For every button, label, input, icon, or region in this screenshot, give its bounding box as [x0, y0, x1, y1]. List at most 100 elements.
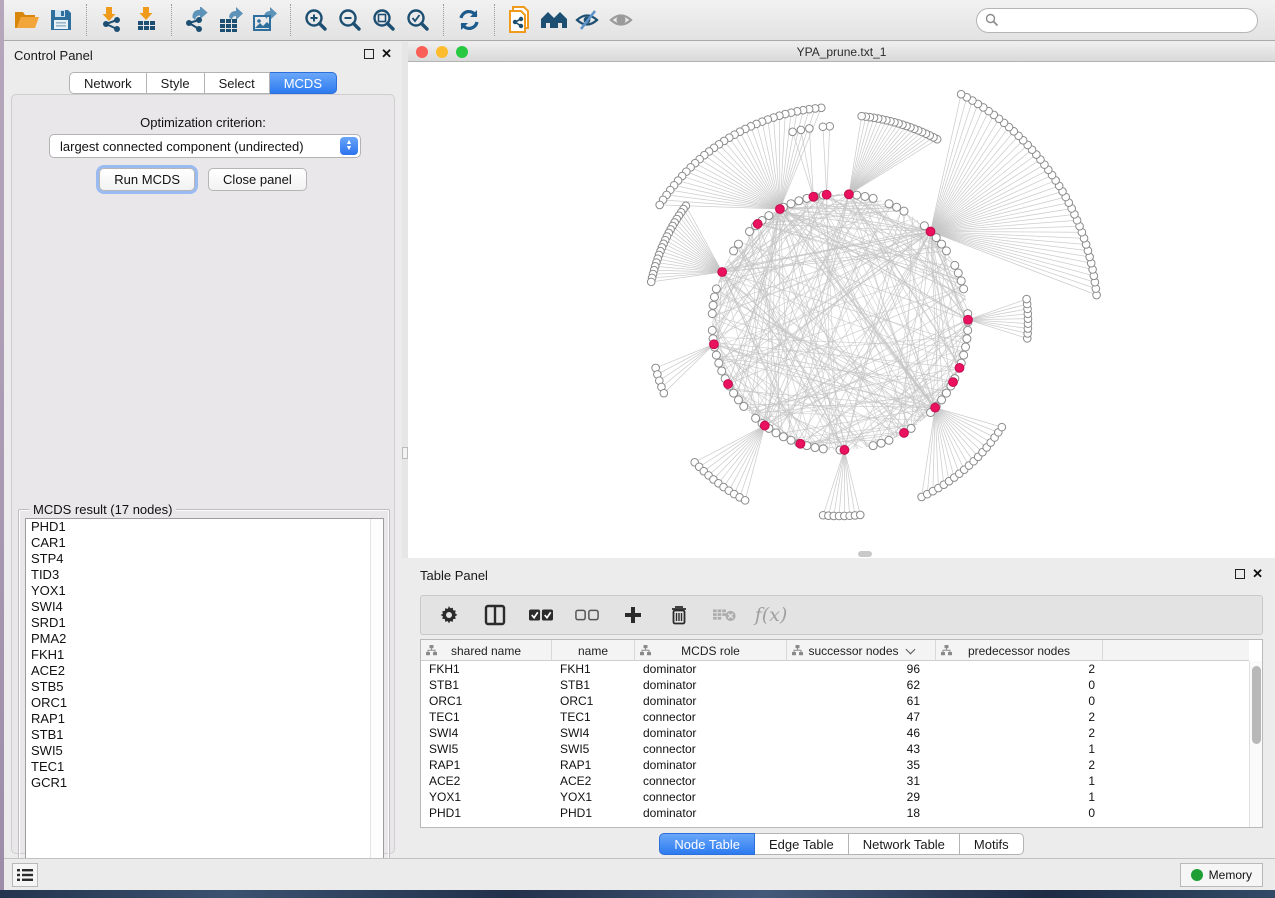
mcds-result-item[interactable]: ACE2	[26, 663, 383, 679]
cell-MCDS-role[interactable]: connector	[635, 710, 787, 724]
cell-successor-nodes[interactable]: 31	[787, 774, 936, 788]
import-network-icon[interactable]	[95, 3, 129, 37]
tab-style[interactable]: Style	[147, 72, 205, 94]
cell-successor-nodes[interactable]: 18	[787, 806, 936, 820]
hide-selected-icon[interactable]	[571, 3, 605, 37]
mcds-result-item[interactable]: YOX1	[26, 583, 383, 599]
mcds-hub-node[interactable]	[840, 446, 849, 455]
mcds-hub-node[interactable]	[796, 439, 805, 448]
delete-table-icon[interactable]	[713, 603, 737, 627]
cell-predecessor-nodes[interactable]: 1	[936, 742, 1103, 756]
import-table-icon[interactable]	[129, 3, 163, 37]
add-column-icon[interactable]	[621, 603, 645, 627]
refresh-icon[interactable]	[452, 3, 486, 37]
mcds-result-item[interactable]: TID3	[26, 567, 383, 583]
table-row[interactable]: ORC1ORC1dominator610	[421, 693, 1249, 709]
optimization-criterion-select[interactable]: largest connected component (undirected)…	[49, 134, 361, 158]
cell-predecessor-nodes[interactable]: 0	[936, 806, 1103, 820]
mcds-result-item[interactable]: GCR1	[26, 775, 383, 791]
cell-predecessor-nodes[interactable]: 2	[936, 710, 1103, 724]
cell-successor-nodes[interactable]: 47	[787, 710, 936, 724]
cell-shared-name[interactable]: SWI5	[421, 742, 552, 756]
table-row[interactable]: TEC1TEC1connector472	[421, 709, 1249, 725]
export-image-icon[interactable]	[248, 3, 282, 37]
run-mcds-button[interactable]: Run MCDS	[99, 168, 195, 191]
cell-name[interactable]: STB1	[552, 678, 635, 692]
task-history-button[interactable]	[12, 863, 38, 887]
memory-button[interactable]: Memory	[1180, 863, 1263, 887]
mcds-result-item[interactable]: FKH1	[26, 647, 383, 663]
column-header-predecessor-nodes[interactable]: predecessor nodes	[936, 640, 1103, 661]
cell-MCDS-role[interactable]: dominator	[635, 678, 787, 692]
tab-network[interactable]: Network	[69, 72, 147, 94]
mcds-result-item[interactable]: RAP1	[26, 711, 383, 727]
cell-MCDS-role[interactable]: connector	[635, 790, 787, 804]
function-builder-icon[interactable]: f(x)	[759, 603, 783, 627]
mcds-hub-node[interactable]	[760, 421, 769, 430]
mcds-hub-node[interactable]	[822, 190, 831, 199]
cell-MCDS-role[interactable]: dominator	[635, 806, 787, 820]
select-all-icon[interactable]	[529, 603, 553, 627]
mcds-hub-node[interactable]	[718, 268, 727, 277]
column-header-successor-nodes[interactable]: successor nodes	[787, 640, 936, 661]
export-table-icon[interactable]	[214, 3, 248, 37]
cell-shared-name[interactable]: STB1	[421, 678, 552, 692]
mcds-result-item[interactable]: PHD1	[26, 519, 383, 535]
maximize-window-icon[interactable]	[456, 46, 468, 58]
mcds-hub-node[interactable]	[776, 205, 785, 214]
cell-name[interactable]: ACE2	[552, 774, 635, 788]
mcds-hub-node[interactable]	[710, 340, 719, 349]
export-network-icon[interactable]	[180, 3, 214, 37]
cell-name[interactable]: PHD1	[552, 806, 635, 820]
mcds-hub-node[interactable]	[964, 315, 973, 324]
zoom-in-icon[interactable]	[299, 3, 333, 37]
cell-shared-name[interactable]: PHD1	[421, 806, 552, 820]
deselect-all-icon[interactable]	[575, 603, 599, 627]
cell-successor-nodes[interactable]: 46	[787, 726, 936, 740]
save-session-icon[interactable]	[44, 3, 78, 37]
mcds-hub-node[interactable]	[931, 403, 940, 412]
tab-network-table[interactable]: Network Table	[849, 833, 960, 855]
new-network-from-selection-icon[interactable]	[503, 3, 537, 37]
mcds-hub-node[interactable]	[926, 227, 935, 236]
cell-MCDS-role[interactable]: dominator	[635, 662, 787, 676]
table-row[interactable]: PHD1PHD1dominator180	[421, 805, 1249, 821]
cell-MCDS-role[interactable]: connector	[635, 774, 787, 788]
mcds-hub-node[interactable]	[845, 190, 854, 199]
cell-predecessor-nodes[interactable]: 2	[936, 662, 1103, 676]
show-hidden-icon[interactable]	[605, 3, 639, 37]
cell-shared-name[interactable]: RAP1	[421, 758, 552, 772]
table-row[interactable]: SWI4SWI4dominator462	[421, 725, 1249, 741]
table-row[interactable]: RAP1RAP1dominator352	[421, 757, 1249, 773]
table-vscrollbar[interactable]	[1249, 661, 1262, 827]
cell-predecessor-nodes[interactable]: 2	[936, 758, 1103, 772]
cell-predecessor-nodes[interactable]: 0	[936, 694, 1103, 708]
minimize-window-icon[interactable]	[436, 46, 448, 58]
cell-name[interactable]: ORC1	[552, 694, 635, 708]
mcds-result-item[interactable]: SWI5	[26, 743, 383, 759]
cell-shared-name[interactable]: TEC1	[421, 710, 552, 724]
cell-successor-nodes[interactable]: 96	[787, 662, 936, 676]
mcds-list-scrollbar[interactable]	[370, 519, 383, 873]
table-row[interactable]: STB1STB1dominator620	[421, 677, 1249, 693]
cell-name[interactable]: RAP1	[552, 758, 635, 772]
search-input[interactable]	[976, 8, 1258, 33]
cell-shared-name[interactable]: FKH1	[421, 662, 552, 676]
cell-name[interactable]: SWI5	[552, 742, 635, 756]
network-canvas[interactable]	[408, 63, 1274, 557]
table-row[interactable]: YOX1YOX1connector291	[421, 789, 1249, 805]
cell-successor-nodes[interactable]: 62	[787, 678, 936, 692]
float-panel-icon[interactable]	[1235, 569, 1245, 579]
table-row[interactable]: SWI5SWI5connector431	[421, 741, 1249, 757]
close-panel-icon[interactable]: ✕	[1252, 569, 1263, 579]
open-session-icon[interactable]	[10, 3, 44, 37]
table-vscroll-thumb[interactable]	[1252, 666, 1261, 744]
table-row[interactable]: ACE2ACE2connector311	[421, 773, 1249, 789]
table-row[interactable]: FKH1FKH1dominator962	[421, 661, 1249, 677]
mcds-result-item[interactable]: STB1	[26, 727, 383, 743]
close-panel-button[interactable]: Close panel	[208, 168, 307, 191]
cell-successor-nodes[interactable]: 29	[787, 790, 936, 804]
cell-name[interactable]: FKH1	[552, 662, 635, 676]
mcds-hub-node[interactable]	[809, 192, 818, 201]
mcds-result-item[interactable]: PMA2	[26, 631, 383, 647]
